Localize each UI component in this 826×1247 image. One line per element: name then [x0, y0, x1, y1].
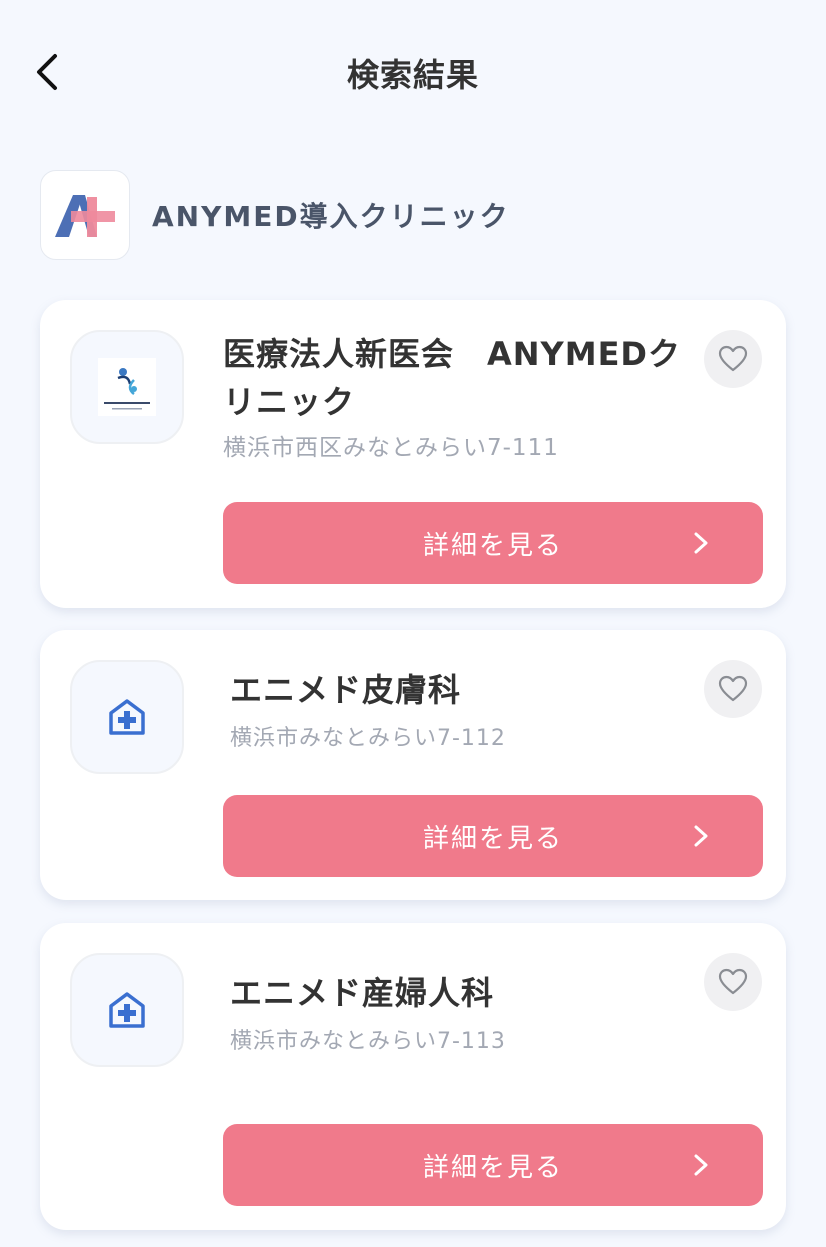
hospital-icon [109, 699, 145, 735]
clinic-name: エニメド産婦人科 [230, 974, 495, 1012]
clinic-name: 医療法人新医会 ANYMEDク リニック [223, 335, 681, 421]
header: 検索結果 [0, 0, 826, 140]
clinic-name: エニメド皮膚科 [230, 671, 462, 709]
heart-icon [718, 345, 748, 372]
clinic-logo [70, 953, 184, 1067]
details-button-label: 詳細を見る [422, 530, 563, 561]
chevron-right-icon [694, 1154, 708, 1176]
clinic-address: 横浜市西区みなとみらい7-111 [223, 435, 559, 461]
clinic-card: エニメド産婦人科 横浜市みなとみらい7-113 詳細を見る [40, 923, 786, 1230]
page-title: 検索結果 [346, 56, 479, 94]
clinic-logo [70, 330, 184, 444]
details-button-label: 詳細を見る [422, 823, 563, 854]
clinic-logo [70, 660, 184, 774]
heart-icon [718, 675, 748, 702]
hospital-icon [109, 992, 145, 1028]
details-button-label: 詳細を見る [422, 1152, 563, 1183]
clinic-address: 横浜市みなとみらい7-113 [230, 1029, 506, 1054]
clinic-logo-image [98, 358, 156, 416]
clinic-card: 医療法人新医会 ANYMEDク リニック 横浜市西区みなとみらい7-111 詳細… [40, 300, 786, 608]
details-button[interactable]: 詳細を見る [223, 502, 763, 584]
clinic-card: エニメド皮膚科 横浜市みなとみらい7-112 詳細を見る [40, 630, 786, 900]
chevron-right-icon [694, 825, 708, 847]
details-button[interactable]: 詳細を見る [223, 1124, 763, 1206]
clinic-address: 横浜市みなとみらい7-112 [230, 726, 506, 751]
favorite-button[interactable] [704, 660, 762, 718]
brand-row: ANYMED導入クリニック [40, 170, 510, 260]
brand-name: ANYMED導入クリニック [152, 200, 510, 233]
favorite-button[interactable] [704, 330, 762, 388]
favorite-button[interactable] [704, 953, 762, 1011]
chevron-right-icon [694, 532, 708, 554]
anymed-logo-icon [40, 170, 130, 260]
details-button[interactable]: 詳細を見る [223, 795, 763, 877]
heart-icon [718, 968, 748, 995]
